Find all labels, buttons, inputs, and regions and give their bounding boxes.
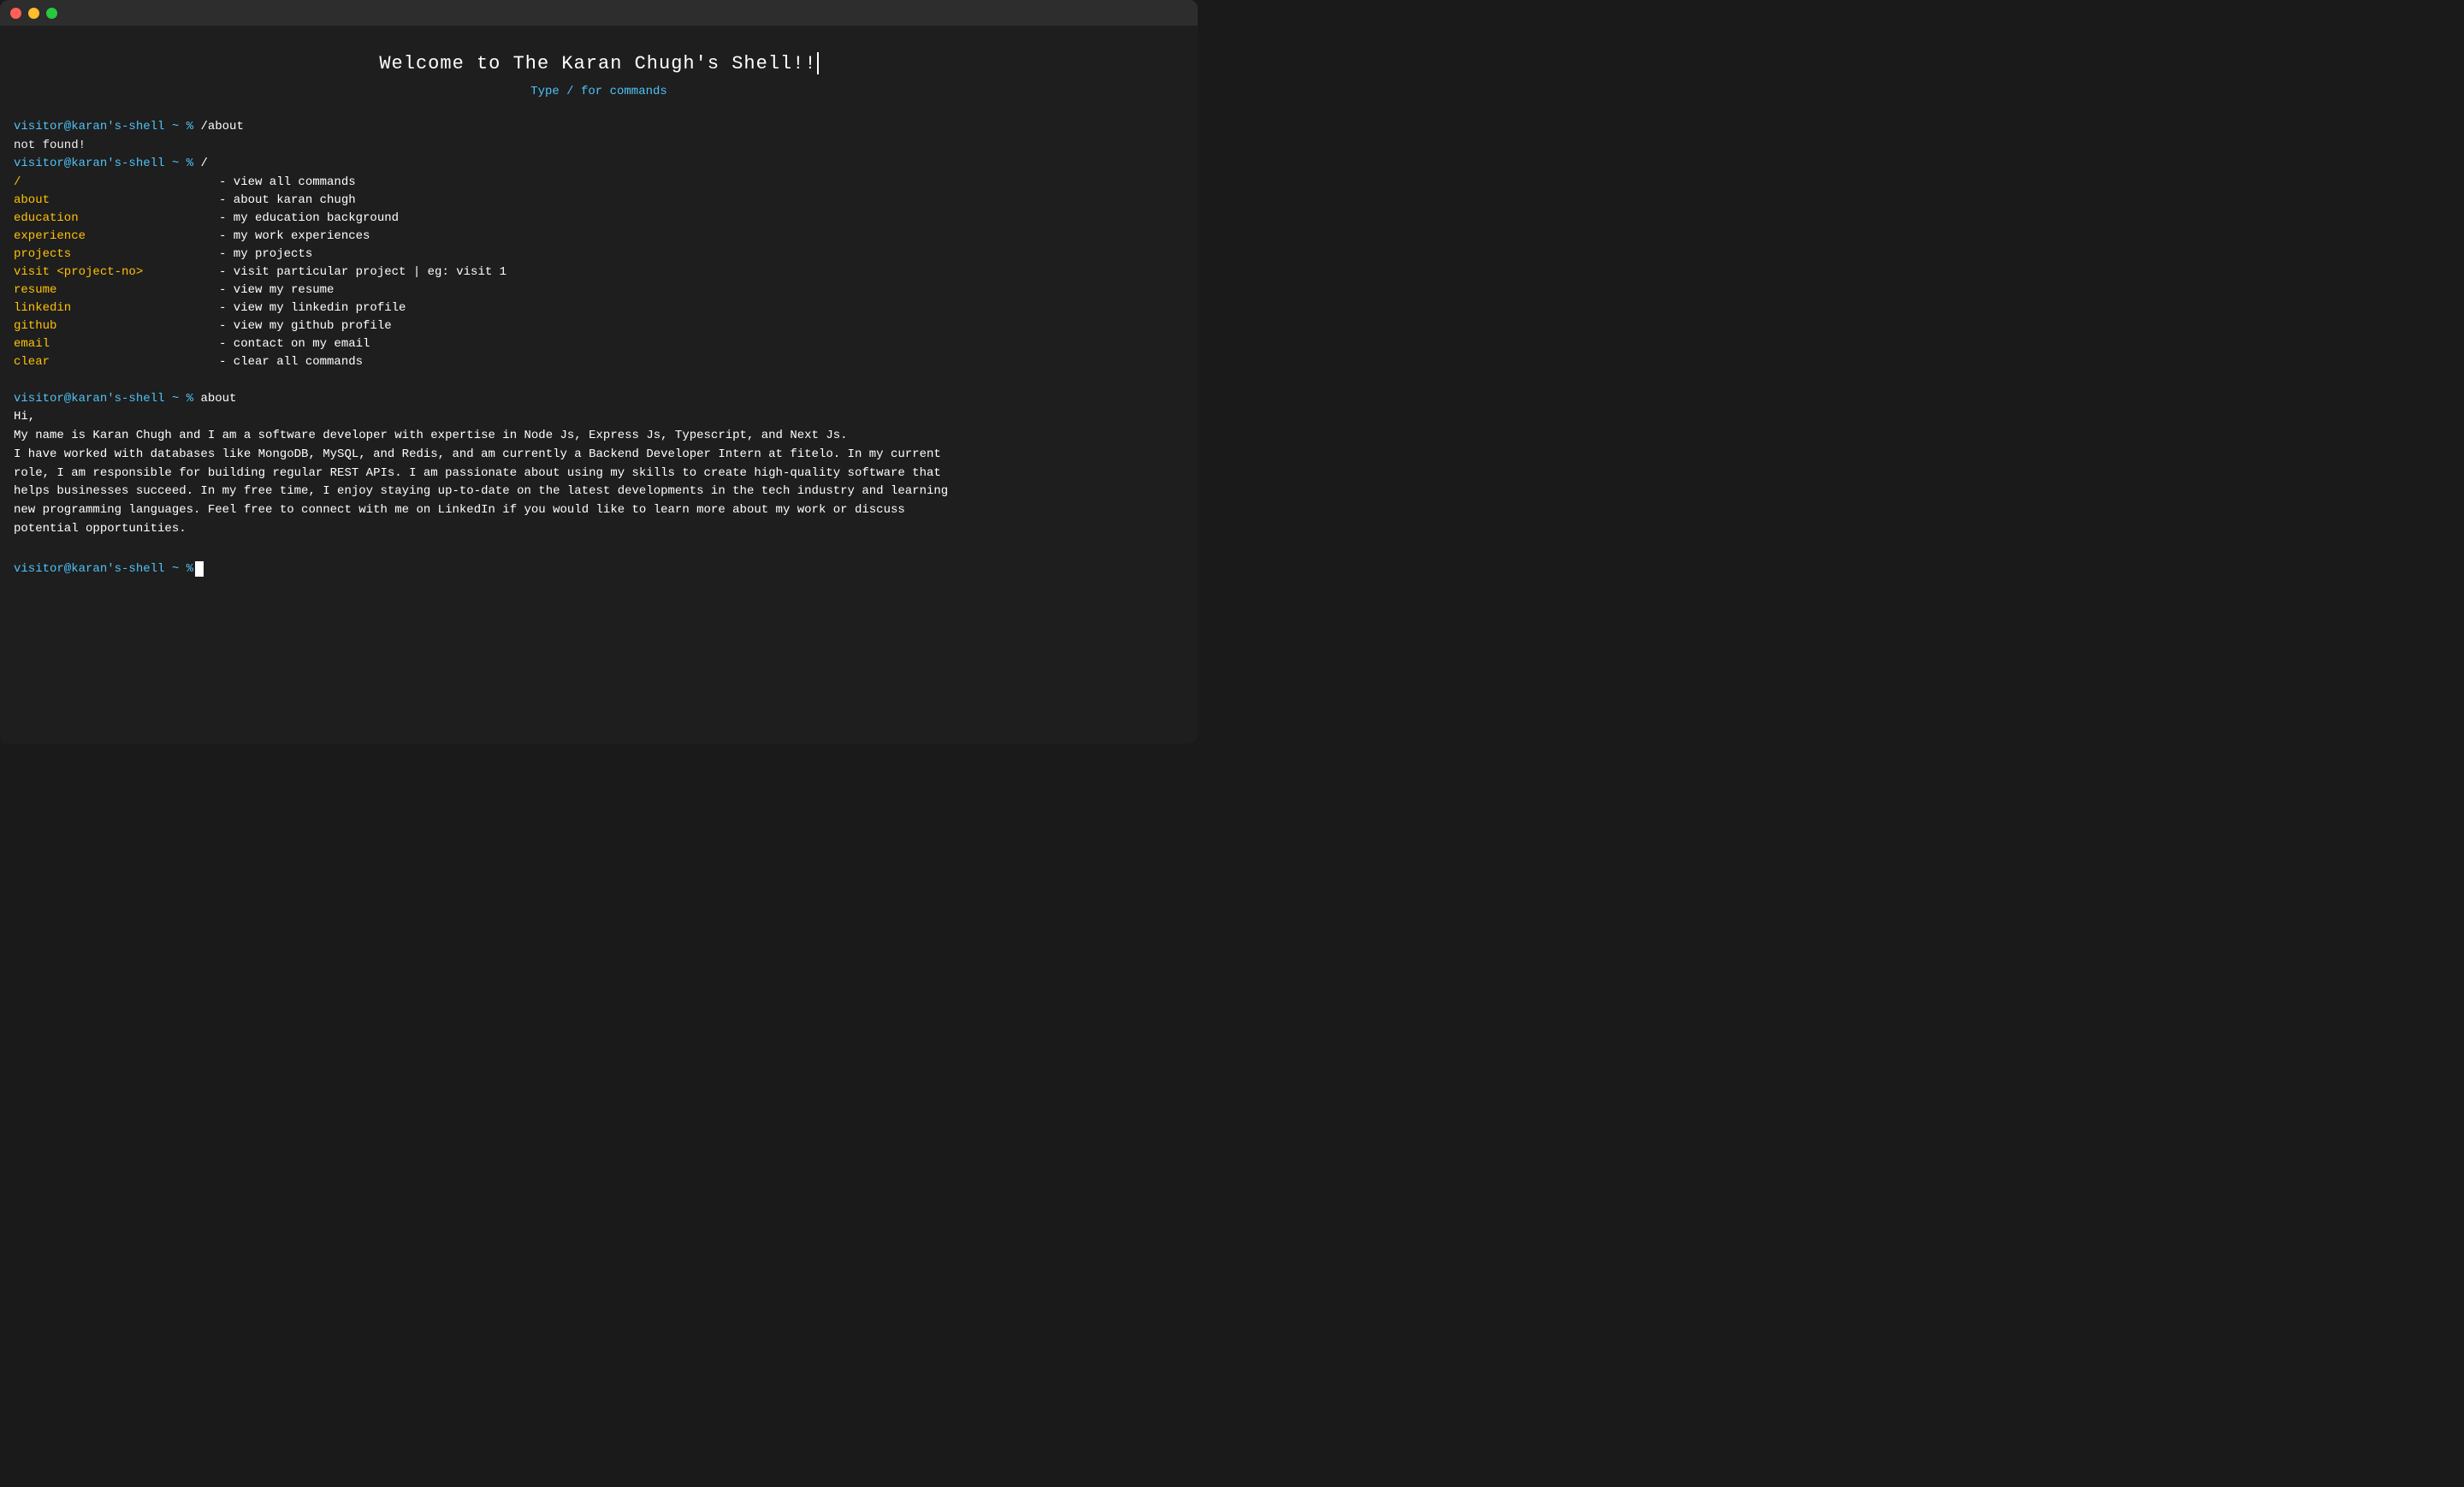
command-text: about	[193, 392, 236, 406]
command-line: visitor@karan's-shell ~ % /about	[14, 118, 1184, 137]
list-item: github - view my github profile	[14, 317, 1184, 335]
cursor-blink	[817, 52, 819, 74]
list-item: email - contact on my email	[14, 335, 1184, 353]
list-item: / - view all commands	[14, 174, 1184, 192]
minimize-button[interactable]	[28, 8, 39, 19]
list-item: education - my education background	[14, 210, 1184, 228]
welcome-title: Welcome to The Karan Chugh's Shell!!	[14, 50, 1184, 78]
command-description: - my education background	[219, 210, 399, 228]
prompt: visitor@karan's-shell ~ %	[14, 157, 193, 170]
list-item: resume - view my resume	[14, 281, 1184, 299]
command-name: /	[14, 174, 219, 192]
command-name: clear	[14, 353, 219, 371]
prompt: visitor@karan's-shell ~ %	[14, 120, 193, 133]
prompt: visitor@karan's-shell ~ %	[14, 392, 193, 406]
command-description: - view my linkedin profile	[219, 299, 406, 317]
terminal-output: visitor@karan's-shell ~ % /aboutnot foun…	[14, 118, 1184, 578]
blank-line	[14, 538, 1184, 557]
command-name: github	[14, 317, 219, 335]
about-output-line: helps businesses succeed. In my free tim…	[14, 483, 1184, 501]
list-item: about - about karan chugh	[14, 192, 1184, 210]
about-output-line: role, I am responsible for building regu…	[14, 465, 1184, 483]
about-output-line: I have worked with databases like MongoD…	[14, 446, 1184, 465]
command-text: /about	[193, 120, 244, 133]
command-text: /	[193, 157, 208, 170]
current-prompt: visitor@karan's-shell ~ %	[14, 560, 193, 578]
about-output-line: My name is Karan Chugh and I am a softwa…	[14, 427, 1184, 446]
command-description: - view my github profile	[219, 317, 392, 335]
command-name: education	[14, 210, 219, 228]
about-output-line: potential opportunities.	[14, 520, 1184, 539]
close-button[interactable]	[10, 8, 21, 19]
maximize-button[interactable]	[46, 8, 57, 19]
titlebar	[0, 0, 1198, 26]
command-line: visitor@karan's-shell ~ % about	[14, 390, 1184, 409]
subtitle: Type / for commands	[14, 83, 1184, 101]
command-name: resume	[14, 281, 219, 299]
command-name: experience	[14, 228, 219, 246]
command-name: linkedin	[14, 299, 219, 317]
list-item: projects - my projects	[14, 246, 1184, 264]
current-prompt-line[interactable]: visitor@karan's-shell ~ %	[14, 560, 1184, 578]
command-description: - my projects	[219, 246, 312, 264]
command-name: email	[14, 335, 219, 353]
about-output-line: new programming languages. Feel free to …	[14, 501, 1184, 520]
list-item: clear - clear all commands	[14, 353, 1184, 371]
command-description: - about karan chugh	[219, 192, 356, 210]
command-name: projects	[14, 246, 219, 264]
command-description: - clear all commands	[219, 353, 363, 371]
command-name: visit <project-no>	[14, 264, 219, 281]
list-item: linkedin - view my linkedin profile	[14, 299, 1184, 317]
command-name: about	[14, 192, 219, 210]
cursor	[195, 561, 204, 577]
blank-line	[14, 371, 1184, 390]
command-description: - view my resume	[219, 281, 334, 299]
welcome-text: Welcome to The Karan Chugh's Shell!!	[379, 53, 816, 74]
about-output-line: Hi,	[14, 408, 1184, 427]
command-description: - view all commands	[219, 174, 356, 192]
command-line: visitor@karan's-shell ~ % /	[14, 155, 1184, 174]
command-description: - my work experiences	[219, 228, 370, 246]
command-description: - visit particular project | eg: visit 1	[219, 264, 506, 281]
command-description: - contact on my email	[219, 335, 370, 353]
list-item: experience - my work experiences	[14, 228, 1184, 246]
output-plain: not found!	[14, 137, 1184, 156]
terminal-window: Welcome to The Karan Chugh's Shell!! Typ…	[0, 0, 1198, 744]
terminal-body[interactable]: Welcome to The Karan Chugh's Shell!! Typ…	[0, 26, 1198, 595]
list-item: visit <project-no> - visit particular pr…	[14, 264, 1184, 281]
